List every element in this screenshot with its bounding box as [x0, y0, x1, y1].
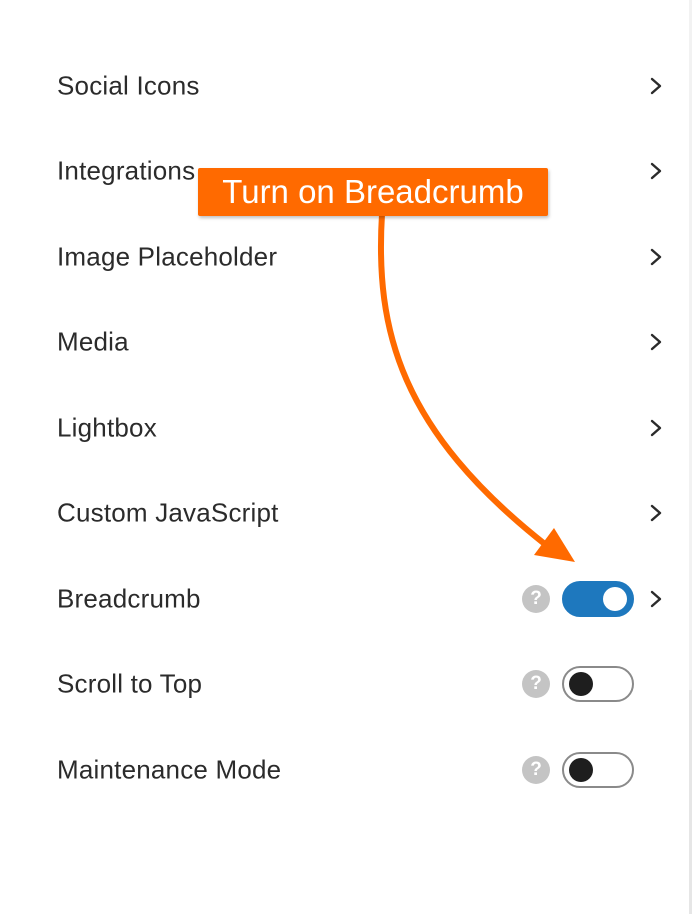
- settings-item-maintenance-mode[interactable]: Maintenance Mode ?: [0, 727, 692, 813]
- settings-item-label: Scroll to Top: [57, 668, 203, 699]
- settings-item-label: Breadcrumb: [57, 583, 201, 614]
- breadcrumb-toggle[interactable]: [562, 580, 634, 617]
- chevron-right-icon[interactable]: [649, 76, 663, 96]
- scroll-to-top-toggle[interactable]: [562, 666, 634, 703]
- settings-item-image-placeholder[interactable]: Image Placeholder: [0, 214, 692, 300]
- settings-item-label: Maintenance Mode: [57, 754, 282, 785]
- toggle-knob: [569, 757, 593, 782]
- annotation-callout: Turn on Breadcrumb: [198, 168, 548, 216]
- chevron-right-icon[interactable]: [649, 247, 663, 267]
- maintenance-mode-toggle[interactable]: [562, 751, 634, 788]
- chevron-right-icon[interactable]: [649, 418, 663, 438]
- chevron-right-icon[interactable]: [649, 332, 663, 352]
- settings-item-custom-javascript[interactable]: Custom JavaScript: [0, 471, 692, 557]
- settings-item-label: Integrations: [57, 155, 196, 186]
- settings-item-label: Custom JavaScript: [57, 497, 279, 528]
- toggle-knob: [603, 586, 627, 611]
- question-mark-icon[interactable]: ?: [522, 755, 550, 784]
- settings-item-lightbox[interactable]: Lightbox: [0, 385, 692, 471]
- settings-item-label: Social Icons: [57, 70, 200, 101]
- toggle-knob: [569, 672, 593, 697]
- settings-item-label: Media: [57, 326, 129, 357]
- chevron-right-icon[interactable]: [649, 503, 663, 523]
- chevron-right-icon[interactable]: [649, 161, 663, 181]
- question-mark-icon[interactable]: ?: [522, 584, 550, 613]
- chevron-right-icon[interactable]: [649, 589, 663, 609]
- settings-item-scroll-to-top[interactable]: Scroll to Top ?: [0, 642, 692, 728]
- question-mark-icon[interactable]: ?: [522, 670, 550, 699]
- settings-item-label: Lightbox: [57, 412, 157, 443]
- settings-list: Social Icons Integrations Image Placehol…: [0, 43, 692, 813]
- settings-item-label: Image Placeholder: [57, 241, 278, 272]
- settings-item-media[interactable]: Media: [0, 300, 692, 386]
- settings-item-social-icons[interactable]: Social Icons: [0, 43, 692, 129]
- settings-item-breadcrumb[interactable]: Breadcrumb ?: [0, 556, 692, 642]
